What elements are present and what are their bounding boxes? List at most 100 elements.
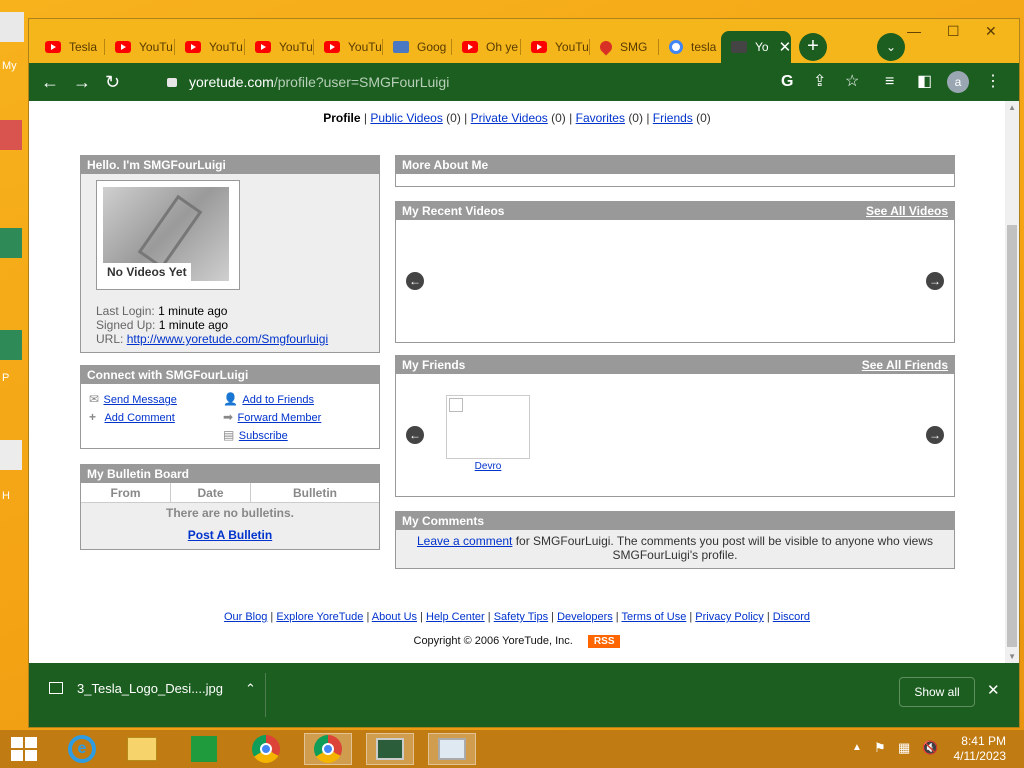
footer-link-explore[interactable]: Explore YoreTude: [276, 611, 363, 623]
footer-link-about[interactable]: About Us: [372, 611, 417, 623]
desktop-icon[interactable]: [0, 12, 24, 42]
media-queue-icon[interactable]: ≡: [885, 73, 894, 91]
side-panel-icon[interactable]: ◧: [917, 73, 932, 91]
performance-monitor-icon[interactable]: [428, 733, 476, 765]
task-manager-icon[interactable]: [366, 733, 414, 765]
desktop-icon[interactable]: [0, 440, 22, 470]
browser-tab[interactable]: Goog: [383, 31, 452, 63]
nav-private-videos[interactable]: Private Videos: [471, 111, 548, 125]
menu-kebab-icon[interactable]: ⋮: [985, 73, 1001, 91]
windows-start-icon[interactable]: [0, 733, 48, 765]
minimize-icon[interactable]: —: [907, 23, 921, 39]
desktop-icon[interactable]: [0, 228, 22, 258]
add-comment-link[interactable]: Add Comment: [104, 412, 174, 424]
browser-tab[interactable]: tesla: [659, 31, 729, 63]
browser-tab[interactable]: YouTu: [314, 31, 383, 63]
footer-copyright-row: Copyright © 2006 YoreTude, Inc. RSS: [29, 635, 1005, 648]
scroll-down-icon[interactable]: ▼: [1008, 652, 1016, 661]
prev-arrow-icon[interactable]: ←: [406, 426, 424, 444]
browser-tab[interactable]: YouTu: [175, 31, 245, 63]
footer-link-discord[interactable]: Discord: [773, 611, 810, 623]
desktop-icon-label: My: [2, 60, 17, 72]
forward-member-link[interactable]: Forward Member: [238, 412, 322, 424]
count: (0): [696, 111, 711, 125]
nav-public-videos[interactable]: Public Videos: [370, 111, 443, 125]
rss-badge[interactable]: RSS: [587, 635, 621, 648]
network-icon[interactable]: ▦: [898, 740, 910, 756]
store-icon[interactable]: [180, 733, 228, 765]
browser-tab[interactable]: Tesla: [35, 31, 105, 63]
browser-tab[interactable]: SMG: [590, 31, 659, 63]
subscribe-link[interactable]: Subscribe: [239, 430, 288, 442]
see-all-friends-link[interactable]: See All Friends: [862, 356, 948, 374]
scroll-thumb[interactable]: [1007, 225, 1017, 647]
profile-url-link[interactable]: http://www.yoretude.com/Smgfourluigi: [127, 332, 328, 346]
footer-link-help[interactable]: Help Center: [426, 611, 485, 623]
tab-label: YouTu: [139, 40, 173, 54]
chevron-up-icon[interactable]: ⌃: [245, 681, 256, 696]
download-item[interactable]: 3_Tesla_Logo_Desi....jpg ⌃: [49, 681, 256, 697]
chrome-icon[interactable]: [242, 733, 290, 765]
add-to-friends-link[interactable]: Add to Friends: [242, 394, 314, 406]
reload-icon[interactable]: ↻: [105, 72, 120, 92]
browser-tab[interactable]: Oh ye: [452, 31, 521, 63]
back-arrow-icon[interactable]: ←: [41, 72, 59, 92]
profile-avatar[interactable]: a: [947, 71, 969, 93]
footer-link-privacy[interactable]: Privacy Policy: [695, 611, 763, 623]
tray-chevron-up-icon[interactable]: ▲: [852, 742, 862, 753]
bulletin-box-title: My Bulletin Board: [81, 465, 379, 483]
column-header: Bulletin: [293, 486, 337, 500]
address-bar[interactable]: yoretude.com/profile?user=SMGFourLuigi: [155, 68, 809, 96]
chrome-active-icon[interactable]: [304, 733, 352, 765]
url-label: URL:: [96, 332, 124, 346]
prev-arrow-icon[interactable]: ←: [406, 272, 424, 290]
maximize-icon[interactable]: ☐: [947, 23, 960, 40]
footer-link-terms[interactable]: Terms of Use: [622, 611, 687, 623]
envelope-icon: ✉: [89, 392, 100, 406]
plus-icon: +: [89, 410, 97, 424]
next-arrow-icon[interactable]: →: [926, 272, 944, 290]
more-about-title: More About Me: [396, 156, 954, 174]
nav-friends[interactable]: Friends: [653, 111, 693, 125]
taskbar-clock[interactable]: 8:41 PM 4/11/2023: [954, 734, 1007, 764]
see-all-videos-link[interactable]: See All Videos: [866, 202, 948, 220]
tab-search-chevron-icon[interactable]: ⌄: [877, 33, 905, 61]
show-all-button[interactable]: Show all: [899, 677, 975, 707]
internet-explorer-icon[interactable]: e: [58, 733, 106, 765]
desktop-icon[interactable]: [0, 330, 22, 360]
signed-up-value: 1 minute ago: [158, 318, 229, 332]
browser-tab[interactable]: YouTu: [245, 31, 314, 63]
forward-arrow-icon[interactable]: →: [73, 72, 91, 92]
profile-thumbnail[interactable]: No Videos Yet: [96, 180, 240, 290]
forward-arrow-icon: ➡: [223, 410, 234, 424]
url-path: /profile?user=SMGFourLuigi: [273, 74, 450, 90]
next-arrow-icon[interactable]: →: [926, 426, 944, 444]
profile-box: Hello. I'm SMGFourLuigi No Videos Yet La…: [80, 155, 380, 353]
post-bulletin-link[interactable]: Post A Bulletin: [188, 528, 272, 542]
leave-comment-link[interactable]: Leave a comment: [417, 534, 512, 548]
google-lens-icon[interactable]: G: [781, 73, 793, 91]
desktop-icon[interactable]: [0, 120, 22, 150]
footer-link-safety[interactable]: Safety Tips: [494, 611, 548, 623]
file-explorer-icon[interactable]: [118, 733, 166, 765]
footer-link-developers[interactable]: Developers: [557, 611, 613, 623]
vertical-scrollbar[interactable]: ▲ ▼: [1005, 101, 1019, 663]
close-tab-icon[interactable]: ✕: [779, 38, 791, 56]
friend-avatar[interactable]: [446, 395, 530, 459]
send-message-link[interactable]: Send Message: [104, 394, 177, 406]
new-tab-button[interactable]: +: [799, 33, 827, 61]
browser-tab[interactable]: YouTu: [105, 31, 175, 63]
browser-tab-active[interactable]: Yo ✕: [721, 31, 791, 63]
friend-name-link[interactable]: Devro: [396, 461, 580, 472]
close-window-icon[interactable]: ✕: [985, 23, 997, 40]
close-download-bar-icon[interactable]: ✕: [987, 681, 1000, 699]
bookmark-star-icon[interactable]: ☆: [845, 73, 859, 91]
comment-text: for SMGFourLuigi. The comments you post …: [512, 534, 934, 548]
footer-link-blog[interactable]: Our Blog: [224, 611, 267, 623]
share-icon[interactable]: ⇪: [813, 73, 826, 91]
nav-favorites[interactable]: Favorites: [576, 111, 625, 125]
scroll-up-icon[interactable]: ▲: [1008, 103, 1016, 112]
volume-muted-icon[interactable]: 🔇: [922, 740, 938, 756]
flag-icon[interactable]: ⚑: [874, 740, 886, 756]
browser-tab[interactable]: YouTu: [521, 31, 590, 63]
